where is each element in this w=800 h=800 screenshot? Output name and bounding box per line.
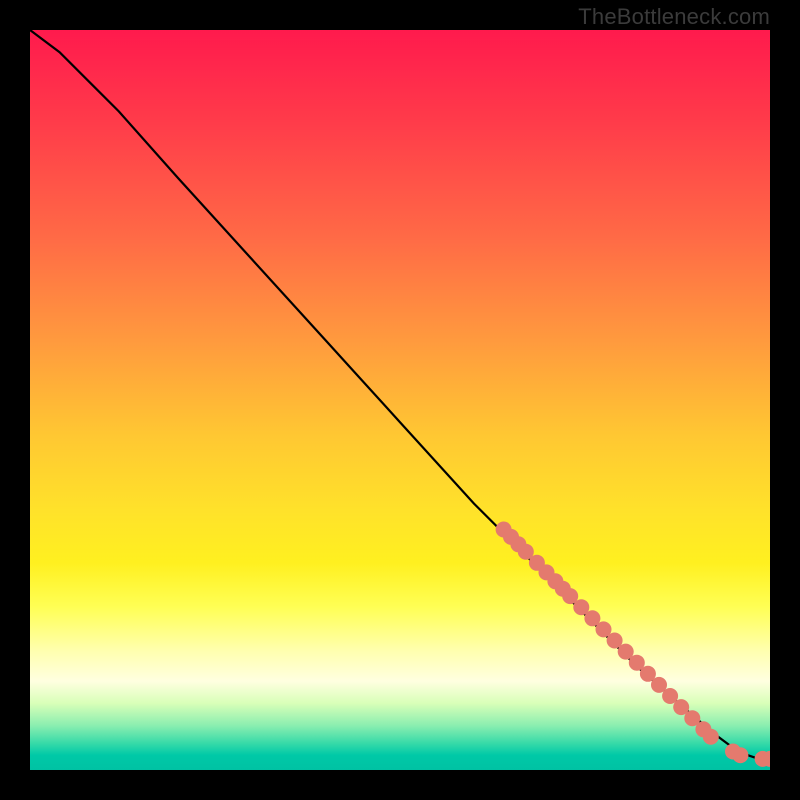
chart-markers [496, 522, 770, 767]
chart-svg-overlay [30, 30, 770, 770]
chart-marker [703, 729, 719, 745]
chart-curve [30, 30, 770, 759]
chart-marker [732, 747, 748, 763]
chart-frame: TheBottleneck.com [0, 0, 800, 800]
watermark-text: TheBottleneck.com [578, 4, 770, 30]
